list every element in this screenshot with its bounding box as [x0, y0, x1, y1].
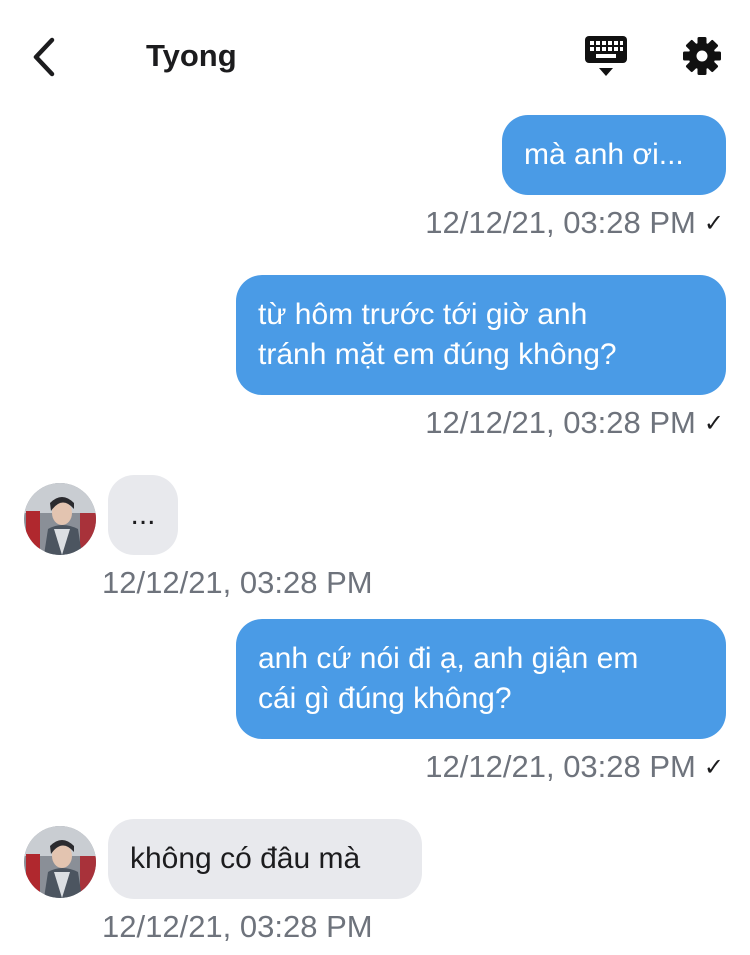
keyboard-icon	[585, 36, 627, 76]
outgoing-message-bubble[interactable]: từ hôm trước tới giờ anh tránh mặt em đú…	[236, 275, 726, 395]
chevron-left-icon	[33, 37, 55, 77]
message-timestamp: 12/12/21, 03:28 PM ✓	[425, 405, 724, 444]
sent-check-icon: ✓	[703, 210, 724, 237]
message-text: anh cứ nói đi ạ, anh giận em cái gì đúng…	[258, 642, 639, 715]
gear-icon	[683, 37, 721, 75]
message-timestamp: 12/12/21, 03:28 PM	[102, 909, 373, 945]
message-text: từ hôm trước tới giờ anh tránh mặt em đú…	[258, 298, 617, 371]
sent-check-icon: ✓	[703, 410, 724, 437]
contact-avatar[interactable]	[24, 483, 96, 555]
message-text: mà anh ơi...	[524, 138, 684, 171]
avatar-photo	[24, 826, 96, 898]
back-button[interactable]	[26, 34, 66, 80]
chat-title: Tyong	[146, 38, 237, 73]
timestamp-text: 12/12/21, 03:28 PM	[102, 909, 373, 944]
incoming-message-bubble[interactable]: ...	[108, 475, 178, 555]
timestamp-text: 12/12/21, 03:28 PM	[102, 565, 373, 600]
message-timestamp: 12/12/21, 03:28 PM ✓	[425, 205, 724, 244]
timestamp-text: 12/12/21, 03:28 PM	[425, 405, 696, 440]
chat-header: Tyong	[0, 0, 750, 110]
message-timestamp: 12/12/21, 03:28 PM ✓	[425, 749, 724, 788]
keyboard-button[interactable]	[584, 34, 628, 80]
contact-avatar[interactable]	[24, 826, 96, 898]
message-timestamp: 12/12/21, 03:28 PM	[102, 565, 373, 601]
outgoing-message-bubble[interactable]: anh cứ nói đi ạ, anh giận em cái gì đúng…	[236, 619, 726, 739]
outgoing-message-bubble[interactable]: mà anh ơi...	[502, 115, 726, 195]
incoming-message-bubble[interactable]: không có đâu mà	[108, 819, 422, 899]
message-text: ...	[130, 498, 156, 531]
settings-button[interactable]	[680, 34, 724, 78]
message-text: không có đâu mà	[130, 842, 361, 875]
sent-check-icon: ✓	[703, 754, 724, 781]
avatar-photo	[24, 483, 96, 555]
timestamp-text: 12/12/21, 03:28 PM	[425, 749, 696, 784]
timestamp-text: 12/12/21, 03:28 PM	[425, 205, 696, 240]
